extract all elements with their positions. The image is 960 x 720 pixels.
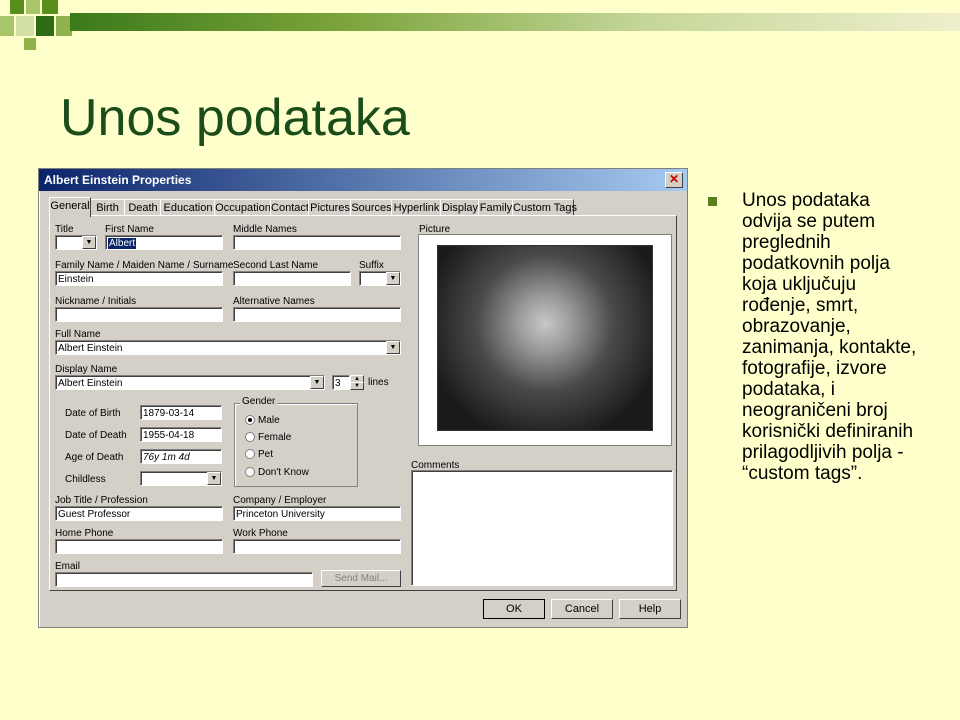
dialog-titlebar: Albert Einstein Properties ✕ [39,169,687,191]
gender-pet-label: Pet [258,449,274,460]
spin-down-icon[interactable]: ▼ [350,382,364,390]
childless-label: Childless [65,474,106,485]
company-label: Company / Employer [233,495,327,506]
first-name-label: First Name [105,224,154,235]
dialog-title: Albert Einstein Properties [44,173,192,187]
tab-birth[interactable]: Birth [89,199,126,216]
nickname-field[interactable] [55,307,223,322]
portrait-image [437,245,653,431]
bullet-icon [708,197,717,206]
full-name-label: Full Name [55,329,101,340]
first-name-field[interactable]: Albert [105,235,223,250]
family-name-label: Family Name / Maiden Name / Surname [55,260,234,271]
tab-sources[interactable]: Sources [350,199,393,216]
properties-dialog: Albert Einstein Properties ✕ General Bir… [38,168,688,628]
gender-male-label: Male [258,415,280,426]
first-name-value: Albert [108,238,137,249]
tab-custom-tags[interactable]: Custom Tags [512,199,577,216]
gender-male-radio[interactable] [245,415,255,425]
picture-frame[interactable] [418,234,672,446]
ok-button[interactable]: OK [483,599,545,619]
dod-field[interactable]: 1955-04-18 [140,427,222,442]
display-name-combo[interactable]: Albert Einstein [55,375,325,390]
nickname-label: Nickname / Initials [55,296,137,307]
tab-pictures[interactable]: Pictures [308,199,352,216]
suffix-label: Suffix [359,260,384,271]
job-label: Job Title / Profession [55,495,148,506]
tab-general[interactable]: General [49,197,91,217]
slide-title: Unos podataka [60,89,410,147]
alt-names-label: Alternative Names [233,296,315,307]
second-last-name-label: Second Last Name [233,260,319,271]
gender-unknown-label: Don't Know [258,467,309,478]
lines-label: lines [368,377,389,388]
chevron-down-icon[interactable]: ▼ [207,472,221,485]
chevron-down-icon[interactable]: ▼ [310,376,324,389]
email-label: Email [55,561,81,572]
dod-label: Date of Death [65,430,127,441]
tab-hyperlink[interactable]: Hyperlink [391,199,442,216]
middle-names-field[interactable] [233,235,401,250]
family-name-field[interactable]: Einstein [55,271,223,286]
age-label: Age of Death [65,452,124,463]
tab-family[interactable]: Family [478,199,514,216]
dob-field[interactable]: 1879-03-14 [140,405,222,420]
decorative-header [0,0,960,50]
tab-occupation[interactable]: Occupation [214,199,272,216]
gender-pet-radio[interactable] [245,449,255,459]
age-field: 76y 1m 4d [140,449,222,464]
job-field[interactable]: Guest Professor [55,506,223,521]
full-name-combo[interactable]: Albert Einstein [55,340,401,355]
chevron-down-icon[interactable]: ▼ [386,272,400,285]
work-phone-field[interactable] [233,539,401,554]
bullet-text: Unos podataka odvija se putem preglednih… [742,190,917,484]
cancel-button[interactable]: Cancel [551,599,613,619]
gender-unknown-radio[interactable] [245,467,255,477]
chevron-down-icon[interactable]: ▼ [82,236,96,249]
lines-field[interactable]: 3 [332,375,350,390]
dob-label: Date of Birth [65,408,121,419]
middle-names-label: Middle Names [233,224,297,235]
send-mail-button[interactable]: Send Mail... [321,570,401,587]
email-field[interactable] [55,572,313,587]
chevron-down-icon[interactable]: ▼ [386,341,400,354]
alt-names-field[interactable] [233,307,401,322]
comments-field[interactable] [411,470,673,586]
tab-contact[interactable]: Contact [270,199,310,216]
tab-display[interactable]: Display [440,199,480,216]
second-last-name-field[interactable] [233,271,351,286]
close-icon[interactable]: ✕ [665,172,683,188]
home-phone-field[interactable] [55,539,223,554]
home-phone-label: Home Phone [55,528,114,539]
company-field[interactable]: Princeton University [233,506,401,521]
display-name-label: Display Name [55,364,118,375]
tab-death[interactable]: Death [124,199,162,216]
help-button[interactable]: Help [619,599,681,619]
title-label: Title [55,224,74,235]
gender-female-radio[interactable] [245,432,255,442]
general-panel: Title ▼ First Name Albert Middle Names F… [49,215,677,591]
work-phone-label: Work Phone [233,528,288,539]
gender-female-label: Female [258,432,292,443]
tab-education[interactable]: Education [160,199,216,216]
gender-label: Gender [240,396,278,407]
